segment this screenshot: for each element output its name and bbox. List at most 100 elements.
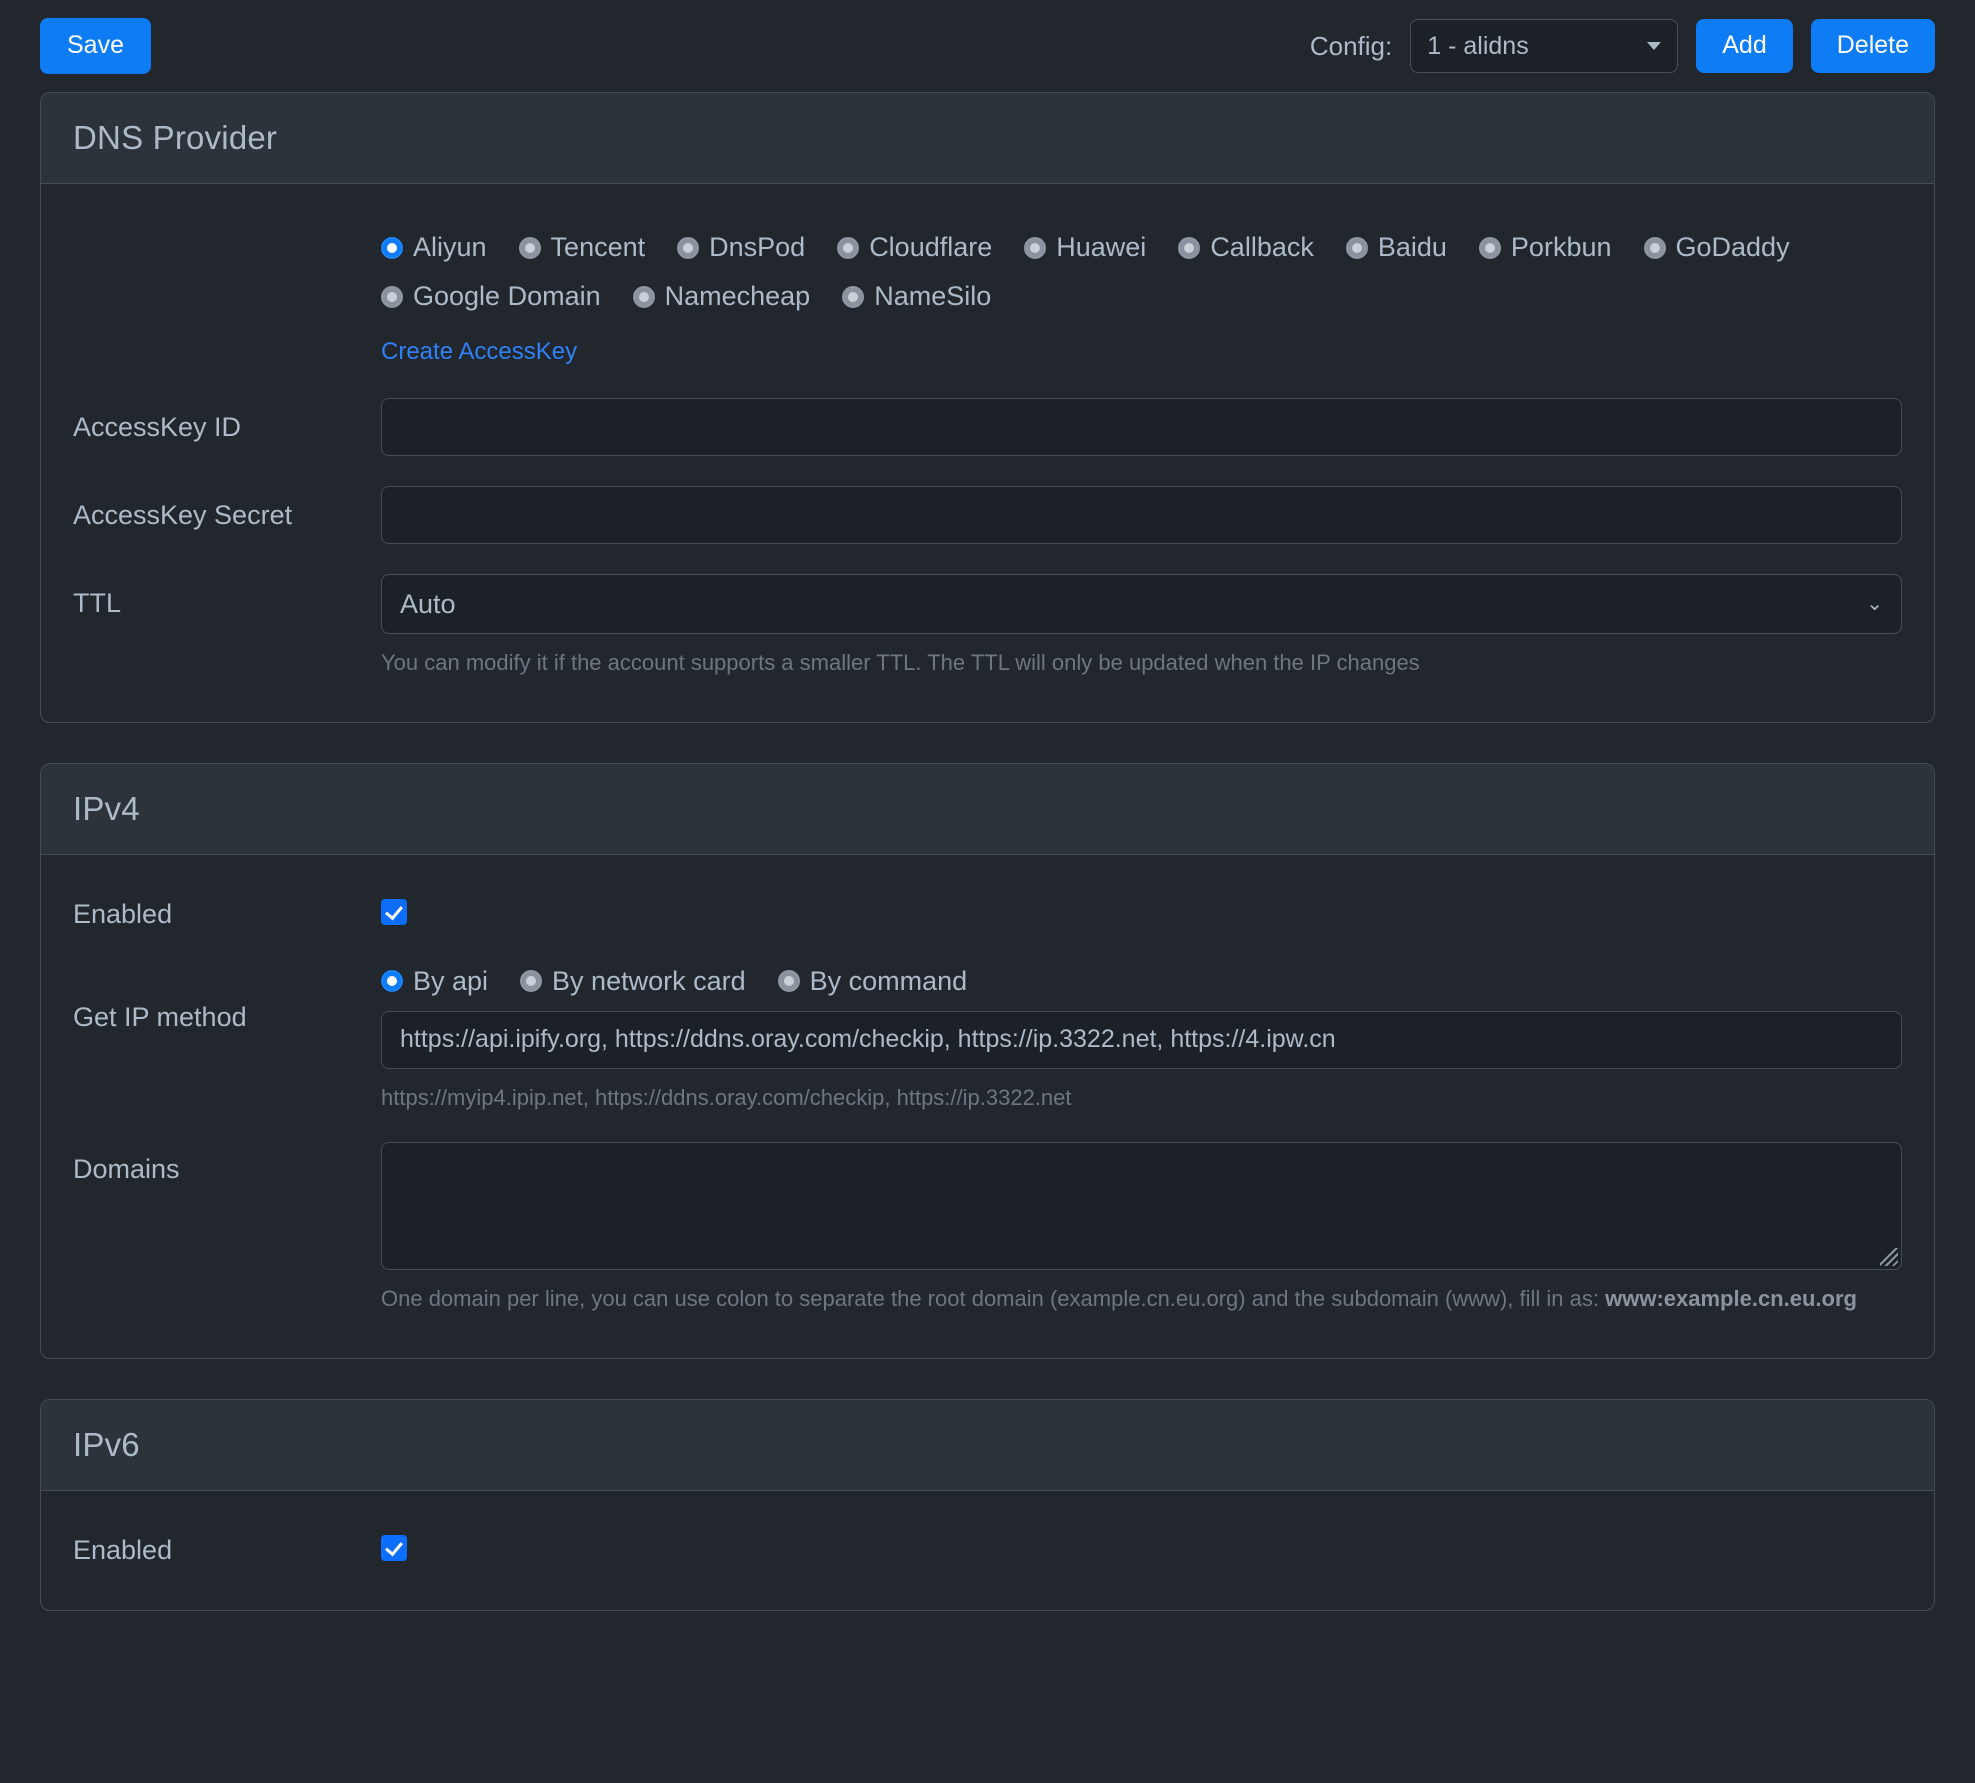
ipv6-enabled-label: Enabled <box>73 1535 173 1566</box>
ttl-hint: You can modify it if the account support… <box>381 650 1420 675</box>
provider-radio-label: Google Domain <box>413 281 601 311</box>
ipv4-get-ip-method-radio-group: By api By network card By command <box>381 966 1902 997</box>
ipv6-card-header: IPv6 <box>41 1400 1934 1492</box>
provider-radio-label: NameSilo <box>874 281 992 311</box>
ipv4-domains-textarea[interactable] <box>381 1142 1902 1271</box>
ipv4-card-body: Enabled Get IP method By api By network … <box>41 855 1934 1358</box>
ipv4-enabled-checkbox[interactable] <box>381 898 407 925</box>
provider-radio-label: Huawei <box>1056 232 1147 262</box>
radio-icon[interactable] <box>777 970 800 993</box>
ipv6-enabled-field-wrap <box>381 1535 1934 1566</box>
ttl-select[interactable]: Auto ⌄ <box>381 574 1902 634</box>
ipv4-method-by-api[interactable]: By api <box>381 966 488 997</box>
provider-radio-label: Baidu <box>1377 232 1447 262</box>
provider-radio-label: Namecheap <box>664 281 811 311</box>
ipv4-domains-hint: One domain per line, you can use colon t… <box>381 1284 1902 1314</box>
provider-radio-callback[interactable]: Callback <box>1178 232 1314 263</box>
provider-radio-namesilo[interactable]: NameSilo <box>842 281 991 312</box>
top-toolbar: Save Config: 1 - alidns Add Delete <box>0 0 1975 92</box>
ipv4-method-label: By command <box>809 965 968 996</box>
ipv4-enabled-label: Enabled <box>73 898 173 929</box>
ipv4-api-url-hint: https://myip4.ipip.net, https://ddns.ora… <box>381 1084 1072 1110</box>
radio-icon[interactable] <box>381 285 403 308</box>
ttl-row: TTL Auto ⌄ You can modify it if the acco… <box>41 574 1934 722</box>
ipv4-enabled-field-wrap <box>381 898 1934 930</box>
radio-icon[interactable] <box>520 970 543 993</box>
ipv4-domains-field-wrap: One domain per line, you can use colon t… <box>381 1142 1934 1314</box>
provider-radio-dnspod[interactable]: DnsPod <box>677 232 805 263</box>
provider-radio-cloudflare[interactable]: Cloudflare <box>837 232 992 263</box>
accesskey-secret-field-wrap <box>381 486 1934 544</box>
provider-radio-label: GoDaddy <box>1675 232 1790 262</box>
ttl-label: TTL <box>73 588 122 618</box>
chevron-down-icon <box>1647 42 1662 50</box>
ipv4-get-ip-method-label: Get IP method <box>73 1001 247 1032</box>
provider-radio-baidu[interactable]: Baidu <box>1345 232 1447 263</box>
radio-icon[interactable] <box>837 236 860 259</box>
ipv4-method-by-command[interactable]: By command <box>777 965 968 997</box>
provider-radio-namecheap[interactable]: Namecheap <box>632 281 811 312</box>
dns-provider-card: DNS Provider Aliyun Tencent DnsPod Cloud… <box>40 92 1935 723</box>
accesskey-secret-input[interactable] <box>381 486 1902 544</box>
radio-icon[interactable] <box>1178 236 1201 259</box>
accesskey-secret-label: AccessKey Secret <box>73 500 293 530</box>
provider-radio-label: DnsPod <box>709 232 806 262</box>
config-select[interactable]: 1 - alidns <box>1410 19 1679 73</box>
radio-icon[interactable] <box>381 970 403 993</box>
provider-radio-tencent[interactable]: Tencent <box>518 232 646 263</box>
config-select-value: 1 - alidns <box>1427 31 1529 60</box>
ipv4-method-by-network-card[interactable]: By network card <box>520 966 746 997</box>
ipv6-title: IPv6 <box>73 1426 140 1464</box>
create-accesskey-link[interactable]: Create AccessKey <box>381 338 577 366</box>
radio-icon[interactable] <box>1643 236 1666 259</box>
provider-radio-google-domain[interactable]: Google Domain <box>381 281 601 312</box>
dns-provider-card-body: Aliyun Tencent DnsPod Cloudflare Huawei … <box>41 184 1934 722</box>
delete-config-button[interactable]: Delete <box>1810 19 1935 73</box>
provider-radio-row: Aliyun Tencent DnsPod Cloudflare Huawei … <box>41 184 1934 366</box>
radio-icon[interactable] <box>381 236 403 259</box>
accesskey-secret-row: AccessKey Secret <box>41 486 1934 544</box>
provider-radio-huawei[interactable]: Huawei <box>1024 232 1146 263</box>
ipv4-domains-hint-text: One domain per line, you can use colon t… <box>381 1286 1606 1312</box>
ipv6-enabled-checkbox[interactable] <box>381 1535 407 1562</box>
accesskey-id-label: AccessKey ID <box>73 412 242 442</box>
radio-icon[interactable] <box>632 285 655 308</box>
provider-radio-line-2: Google Domain Namecheap NameSilo <box>381 281 1902 312</box>
accesskey-id-field-wrap <box>381 398 1934 456</box>
ipv4-domains-hint-example: www:example.cn.eu.org <box>1605 1286 1857 1312</box>
provider-radio-label: Porkbun <box>1510 232 1612 262</box>
provider-radio-label: Tencent <box>550 232 646 262</box>
ipv4-enabled-row: Enabled <box>41 855 1934 930</box>
accesskey-id-input[interactable] <box>381 398 1902 456</box>
provider-radio-godaddy[interactable]: GoDaddy <box>1643 232 1790 263</box>
dns-provider-card-header: DNS Provider <box>41 93 1934 184</box>
add-config-button[interactable]: Add <box>1696 19 1793 73</box>
provider-radio-group: Aliyun Tencent DnsPod Cloudflare Huawei … <box>381 184 1934 366</box>
radio-icon[interactable] <box>1024 236 1047 259</box>
save-button[interactable]: Save <box>40 18 151 74</box>
radio-icon[interactable] <box>518 236 541 259</box>
provider-radio-aliyun[interactable]: Aliyun <box>381 232 487 263</box>
provider-radio-label: Cloudflare <box>869 232 993 262</box>
radio-icon[interactable] <box>1478 236 1501 259</box>
provider-radio-porkbun[interactable]: Porkbun <box>1478 232 1612 263</box>
ipv4-get-ip-method-row: Get IP method By api By network card By … <box>41 966 1934 1113</box>
config-controls: Config: 1 - alidns Add Delete <box>1310 19 1935 73</box>
ipv6-card-body: Enabled <box>41 1491 1934 1610</box>
provider-radio-line-1: Aliyun Tencent DnsPod Cloudflare Huawei … <box>381 232 1902 263</box>
config-label: Config: <box>1309 30 1393 61</box>
ipv6-enabled-row: Enabled <box>41 1491 1934 1610</box>
ipv4-domains-textarea-wrap <box>381 1142 1902 1271</box>
ipv4-domains-row: Domains One domain per line, you can use… <box>41 1142 1934 1358</box>
ipv4-api-url-input[interactable] <box>381 1010 1902 1069</box>
chevron-down-icon: ⌄ <box>1866 593 1883 615</box>
radio-icon[interactable] <box>677 236 700 259</box>
radio-icon[interactable] <box>842 285 865 308</box>
ipv6-card: IPv6 Enabled <box>40 1399 1935 1612</box>
radio-icon[interactable] <box>1345 236 1368 259</box>
